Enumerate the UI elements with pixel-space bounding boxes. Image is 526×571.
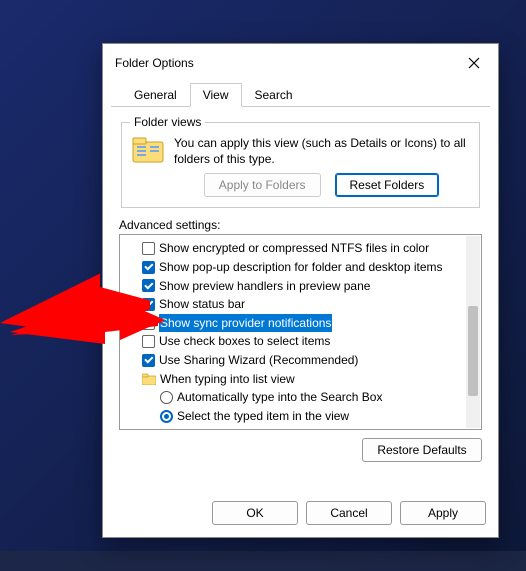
list-item[interactable]: Use Sharing Wizard (Recommended) <box>159 351 358 370</box>
list-item[interactable]: Show pop-up description for folder and d… <box>159 258 443 277</box>
tab-content-view: Folder views You can apply this view (su… <box>103 107 498 493</box>
checkbox-use-check-boxes[interactable] <box>142 335 155 348</box>
apply-to-folders-button: Apply to Folders <box>204 173 321 197</box>
list-item[interactable]: Show status bar <box>159 295 245 314</box>
dialog-button-row: OK Cancel Apply <box>103 493 498 537</box>
titlebar: Folder Options <box>103 44 498 78</box>
tab-general[interactable]: General <box>121 83 190 107</box>
list-group: Navigation pane <box>144 425 231 430</box>
folder-views-legend: Folder views <box>130 115 205 129</box>
dialog-title: Folder Options <box>115 56 460 70</box>
close-button[interactable] <box>460 52 488 74</box>
cancel-button[interactable]: Cancel <box>306 501 392 525</box>
tab-view[interactable]: View <box>190 83 242 107</box>
scrollbar[interactable] <box>466 236 480 428</box>
folder-icon <box>142 373 156 385</box>
tab-search[interactable]: Search <box>242 83 306 107</box>
ok-button[interactable]: OK <box>212 501 298 525</box>
taskbar <box>0 551 526 571</box>
advanced-settings-listbox[interactable]: Show encrypted or compressed NTFS files … <box>119 234 482 430</box>
advanced-settings-label: Advanced settings: <box>119 218 482 232</box>
radio-auto-searchbox[interactable] <box>160 391 173 404</box>
restore-defaults-button[interactable]: Restore Defaults <box>362 438 482 462</box>
list-item-selected[interactable]: Show sync provider notifications <box>159 314 332 333</box>
folder-views-text: You can apply this view (such as Details… <box>174 135 469 167</box>
radio-select-typed[interactable] <box>160 410 173 423</box>
reset-folders-button[interactable]: Reset Folders <box>335 173 440 197</box>
checkbox-ntfs-color[interactable] <box>142 242 155 255</box>
list-group: When typing into list view <box>160 370 295 389</box>
tab-strip: General View Search <box>111 78 490 107</box>
checkbox-sync-provider[interactable] <box>142 317 155 330</box>
checkbox-preview-handlers[interactable] <box>142 279 155 292</box>
folder-options-dialog: Folder Options General View Search Folde… <box>102 43 499 538</box>
checkbox-status-bar[interactable] <box>142 298 155 311</box>
scroll-thumb[interactable] <box>468 306 478 396</box>
close-icon <box>468 57 480 69</box>
navigation-pane-icon <box>126 429 140 431</box>
folder-views-group: Folder views You can apply this view (su… <box>121 115 480 208</box>
list-item[interactable]: Use check boxes to select items <box>159 332 330 351</box>
list-item[interactable]: Select the typed item in the view <box>177 407 349 426</box>
list-item[interactable]: Show encrypted or compressed NTFS files … <box>159 239 429 258</box>
apply-button[interactable]: Apply <box>400 501 486 525</box>
folder-icon <box>132 135 166 165</box>
list-item[interactable]: Show preview handlers in preview pane <box>159 277 370 296</box>
checkbox-sharing-wizard[interactable] <box>142 354 155 367</box>
checkbox-popup-desc[interactable] <box>142 261 155 274</box>
list-item[interactable]: Automatically type into the Search Box <box>177 388 382 407</box>
